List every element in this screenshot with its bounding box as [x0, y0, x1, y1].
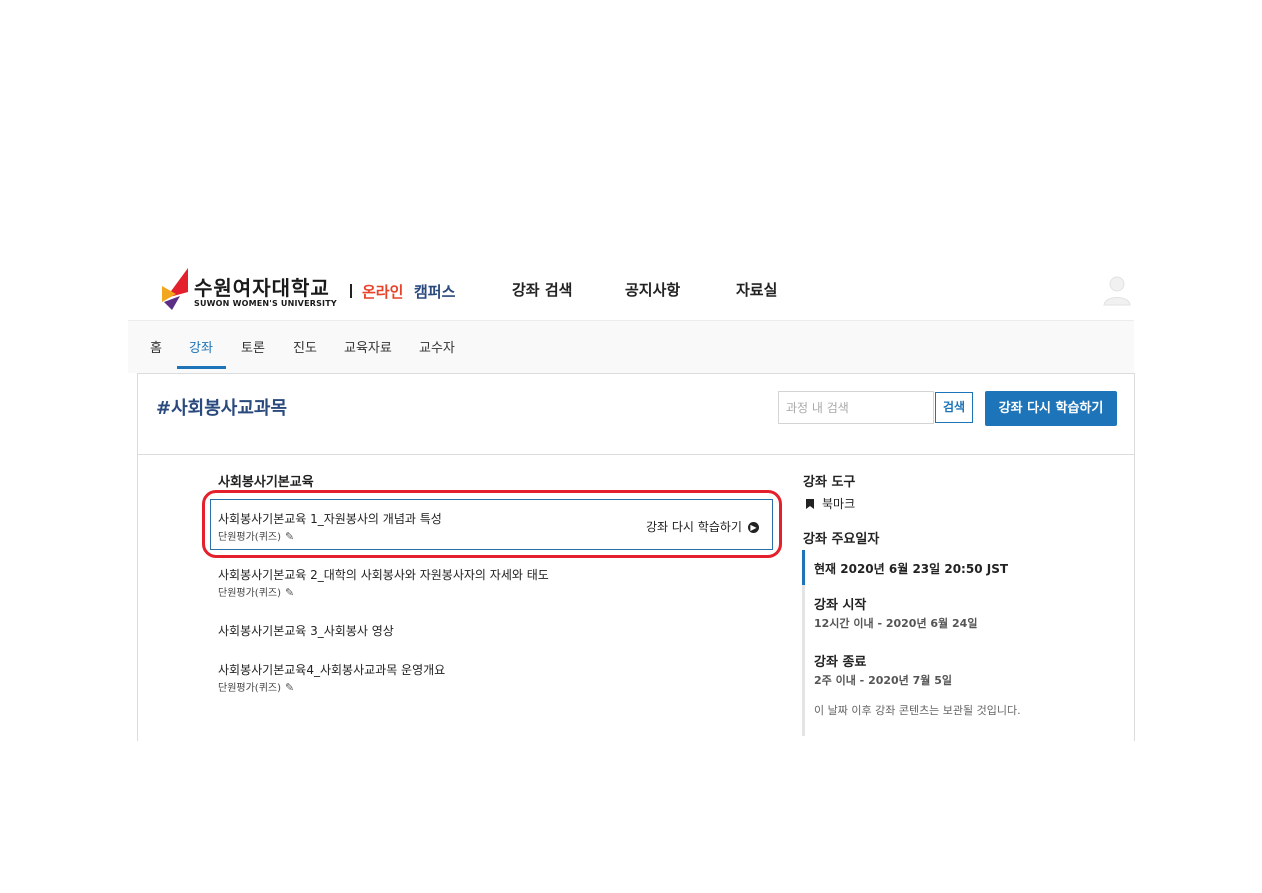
unit-resume-label: 강좌 다시 학습하기 [646, 520, 742, 534]
unit-subsection-label: 단원평가(퀴즈) [218, 532, 282, 543]
section-title: 사회봉사기본교육 [218, 475, 314, 490]
tab-materials[interactable]: 교육자료 [344, 337, 392, 356]
brand-online-text: 온라인 [362, 283, 404, 301]
unit-subsection: 단원평가(퀴즈) ✎ [218, 528, 294, 543]
course-tabs: 홈 강좌 토론 진도 교육자료 교수자 [128, 321, 1134, 373]
tab-progress[interactable]: 진도 [293, 337, 317, 356]
tab-course[interactable]: 강좌 [189, 337, 213, 356]
tab-home[interactable]: 홈 [150, 337, 162, 356]
course-end-heading: 강좌 종료 [814, 655, 867, 670]
nav-notices[interactable]: 공지사항 [625, 279, 680, 300]
course-tools-heading: 강좌 도구 [803, 475, 856, 490]
active-tab-indicator [177, 366, 226, 369]
current-date: 현재 2020년 6월 23일 20:50 JST [814, 562, 1009, 576]
tab-discussion[interactable]: 토론 [241, 337, 265, 356]
course-start-heading: 강좌 시작 [814, 598, 867, 613]
course-panel: #사회봉사교과목 검색 강좌 다시 학습하기 사회봉사기본교육 사회봉사기본교육… [137, 373, 1135, 741]
top-header: 수원여자대학교 SUWON WOMEN'S UNIVERSITY 온라인 캠퍼스… [128, 262, 1134, 321]
unit-subsection-label: 단원평가(퀴즈) [218, 588, 282, 599]
user-avatar-icon[interactable] [1102, 274, 1132, 306]
edit-icon: ✎ [285, 530, 295, 543]
course-start-date: 12시간 이내 - 2020년 6월 24일 [814, 617, 978, 630]
logo-english-text: SUWON WOMEN'S UNIVERSITY [194, 299, 337, 308]
course-title: #사회봉사교과목 [156, 398, 288, 419]
unit-title[interactable]: 사회봉사기본교육 3_사회봉사 영상 [218, 622, 394, 639]
bookmark-icon [806, 499, 814, 509]
course-end-date: 2주 이내 - 2020년 7월 5일 [814, 674, 953, 687]
university-logo[interactable]: 수원여자대학교 SUWON WOMEN'S UNIVERSITY [162, 268, 342, 312]
unit-resume-link[interactable]: 강좌 다시 학습하기 ▶ [646, 518, 759, 535]
brand-divider [350, 284, 352, 298]
course-search-input[interactable] [778, 391, 934, 424]
course-end-note: 이 날짜 이후 강좌 콘텐츠는 보관될 것입니다. [814, 704, 1021, 717]
nav-course-search[interactable]: 강좌 검색 [512, 279, 572, 300]
app-frame: 수원여자대학교 SUWON WOMEN'S UNIVERSITY 온라인 캠퍼스… [128, 262, 1135, 741]
course-header: #사회봉사교과목 검색 강좌 다시 학습하기 [138, 374, 1134, 455]
edit-icon: ✎ [285, 681, 295, 694]
bookmark-link[interactable]: 북마크 [806, 495, 855, 512]
bookmark-label: 북마크 [822, 497, 856, 511]
nav-resources[interactable]: 자료실 [736, 279, 777, 300]
unit-subsection: 단원평가(퀴즈) ✎ [218, 584, 294, 599]
course-search-button[interactable]: 검색 [935, 392, 973, 423]
edit-icon: ✎ [285, 586, 295, 599]
unit-title[interactable]: 사회봉사기본교육4_사회봉사교과목 운영개요 [218, 661, 445, 678]
arrow-circle-right-icon: ▶ [747, 522, 759, 533]
resume-course-button[interactable]: 강좌 다시 학습하기 [985, 391, 1117, 426]
logo-mark-icon [162, 268, 188, 310]
current-date-marker [802, 550, 805, 585]
tab-instructor[interactable]: 교수자 [419, 337, 455, 356]
brand-campus-text: 캠퍼스 [414, 283, 456, 301]
unit-title[interactable]: 사회봉사기본교육 2_대학의 사회봉사와 자원봉사자의 자세와 태도 [218, 566, 549, 583]
logo-korean-text: 수원여자대학교 [194, 276, 330, 300]
important-dates-heading: 강좌 주요일자 [803, 532, 880, 547]
unit-title[interactable]: 사회봉사기본교육 1_자원봉사의 개념과 특성 [218, 510, 442, 527]
unit-subsection: 단원평가(퀴즈) ✎ [218, 679, 294, 694]
unit-subsection-label: 단원평가(퀴즈) [218, 683, 282, 694]
